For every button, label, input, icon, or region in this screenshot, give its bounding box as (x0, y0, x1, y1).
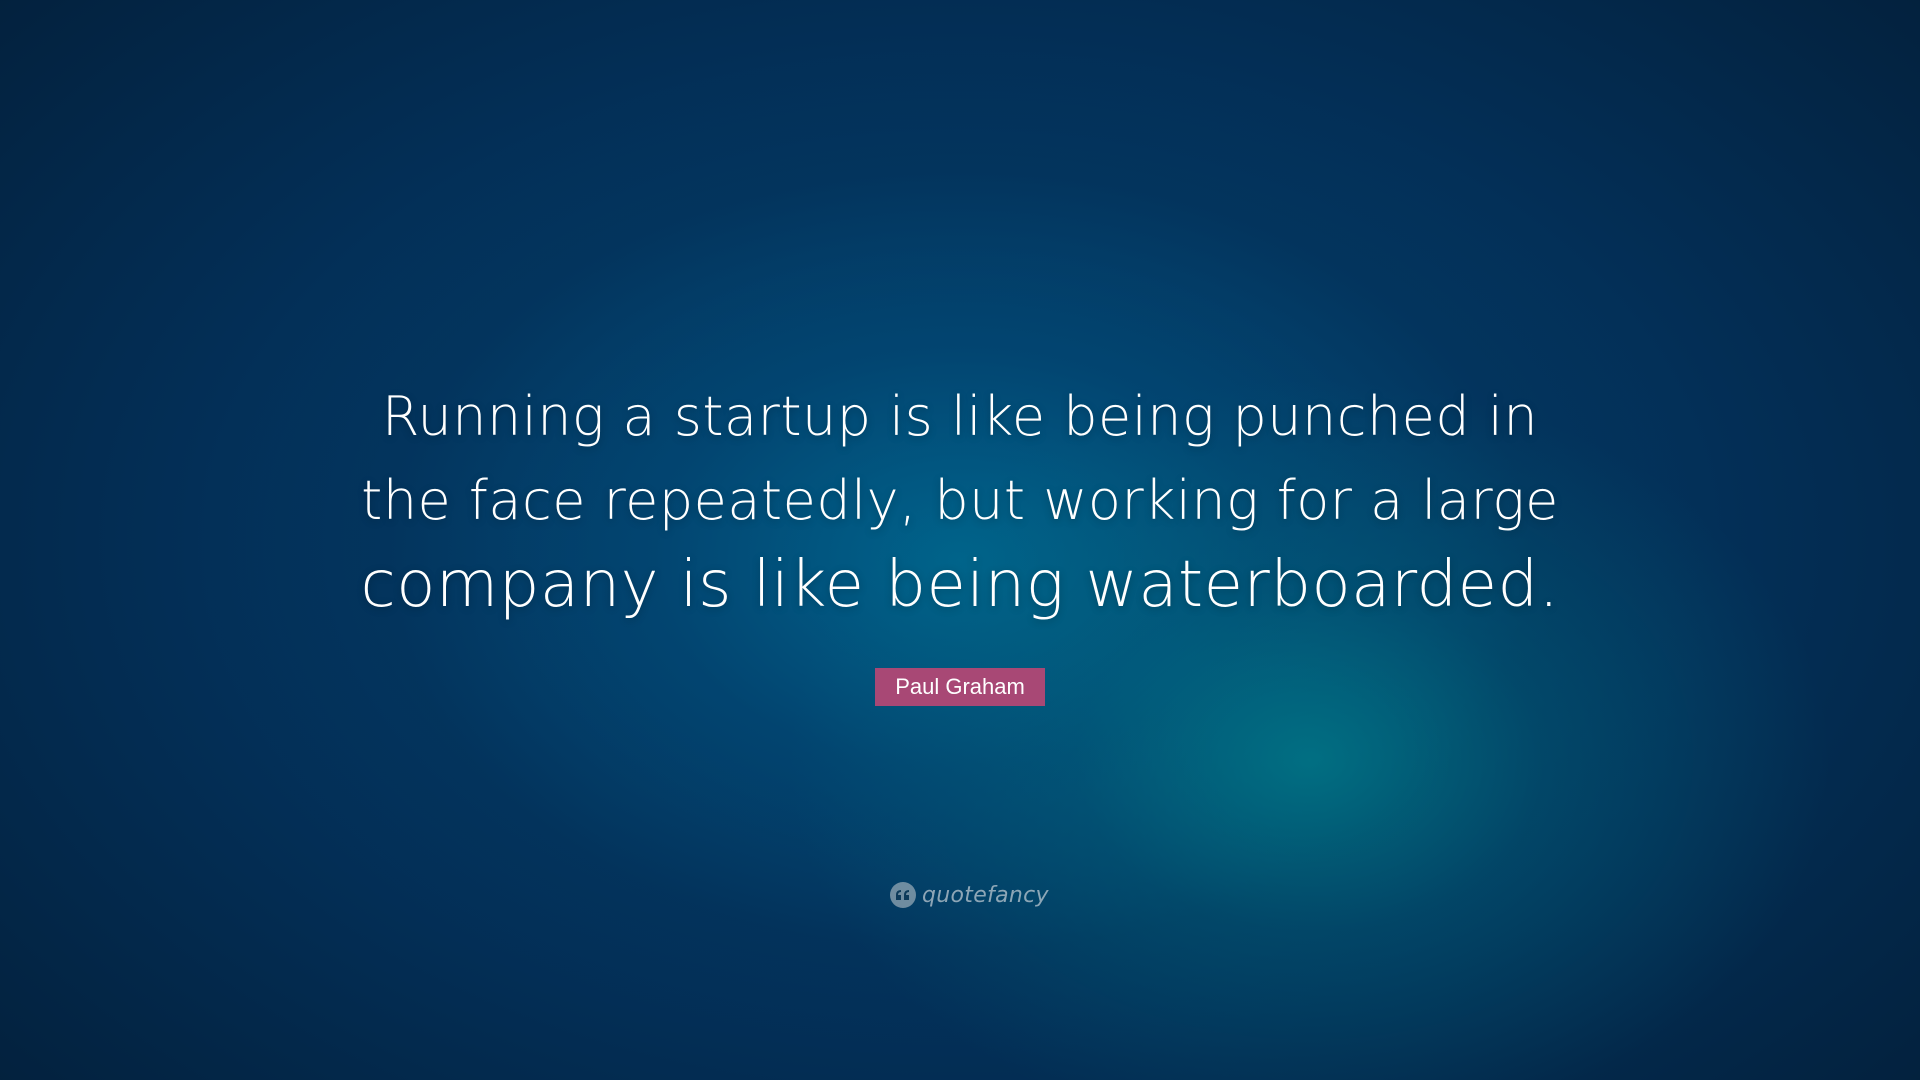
quote-line-3: company is like being waterboarded. (360, 548, 1560, 622)
brand-logo: quotefancy (890, 880, 1049, 910)
quote-text: Running a startup is like being punched … (310, 375, 1610, 627)
brand-name: quotefancy (922, 882, 1049, 908)
quote-line-2: the face repeatedly, but working for a l… (361, 469, 1559, 532)
author-badge[interactable]: Paul Graham (875, 668, 1045, 706)
quote-marks-icon (890, 882, 916, 908)
quote-line-1: Running a startup is like being punched … (381, 385, 1539, 448)
